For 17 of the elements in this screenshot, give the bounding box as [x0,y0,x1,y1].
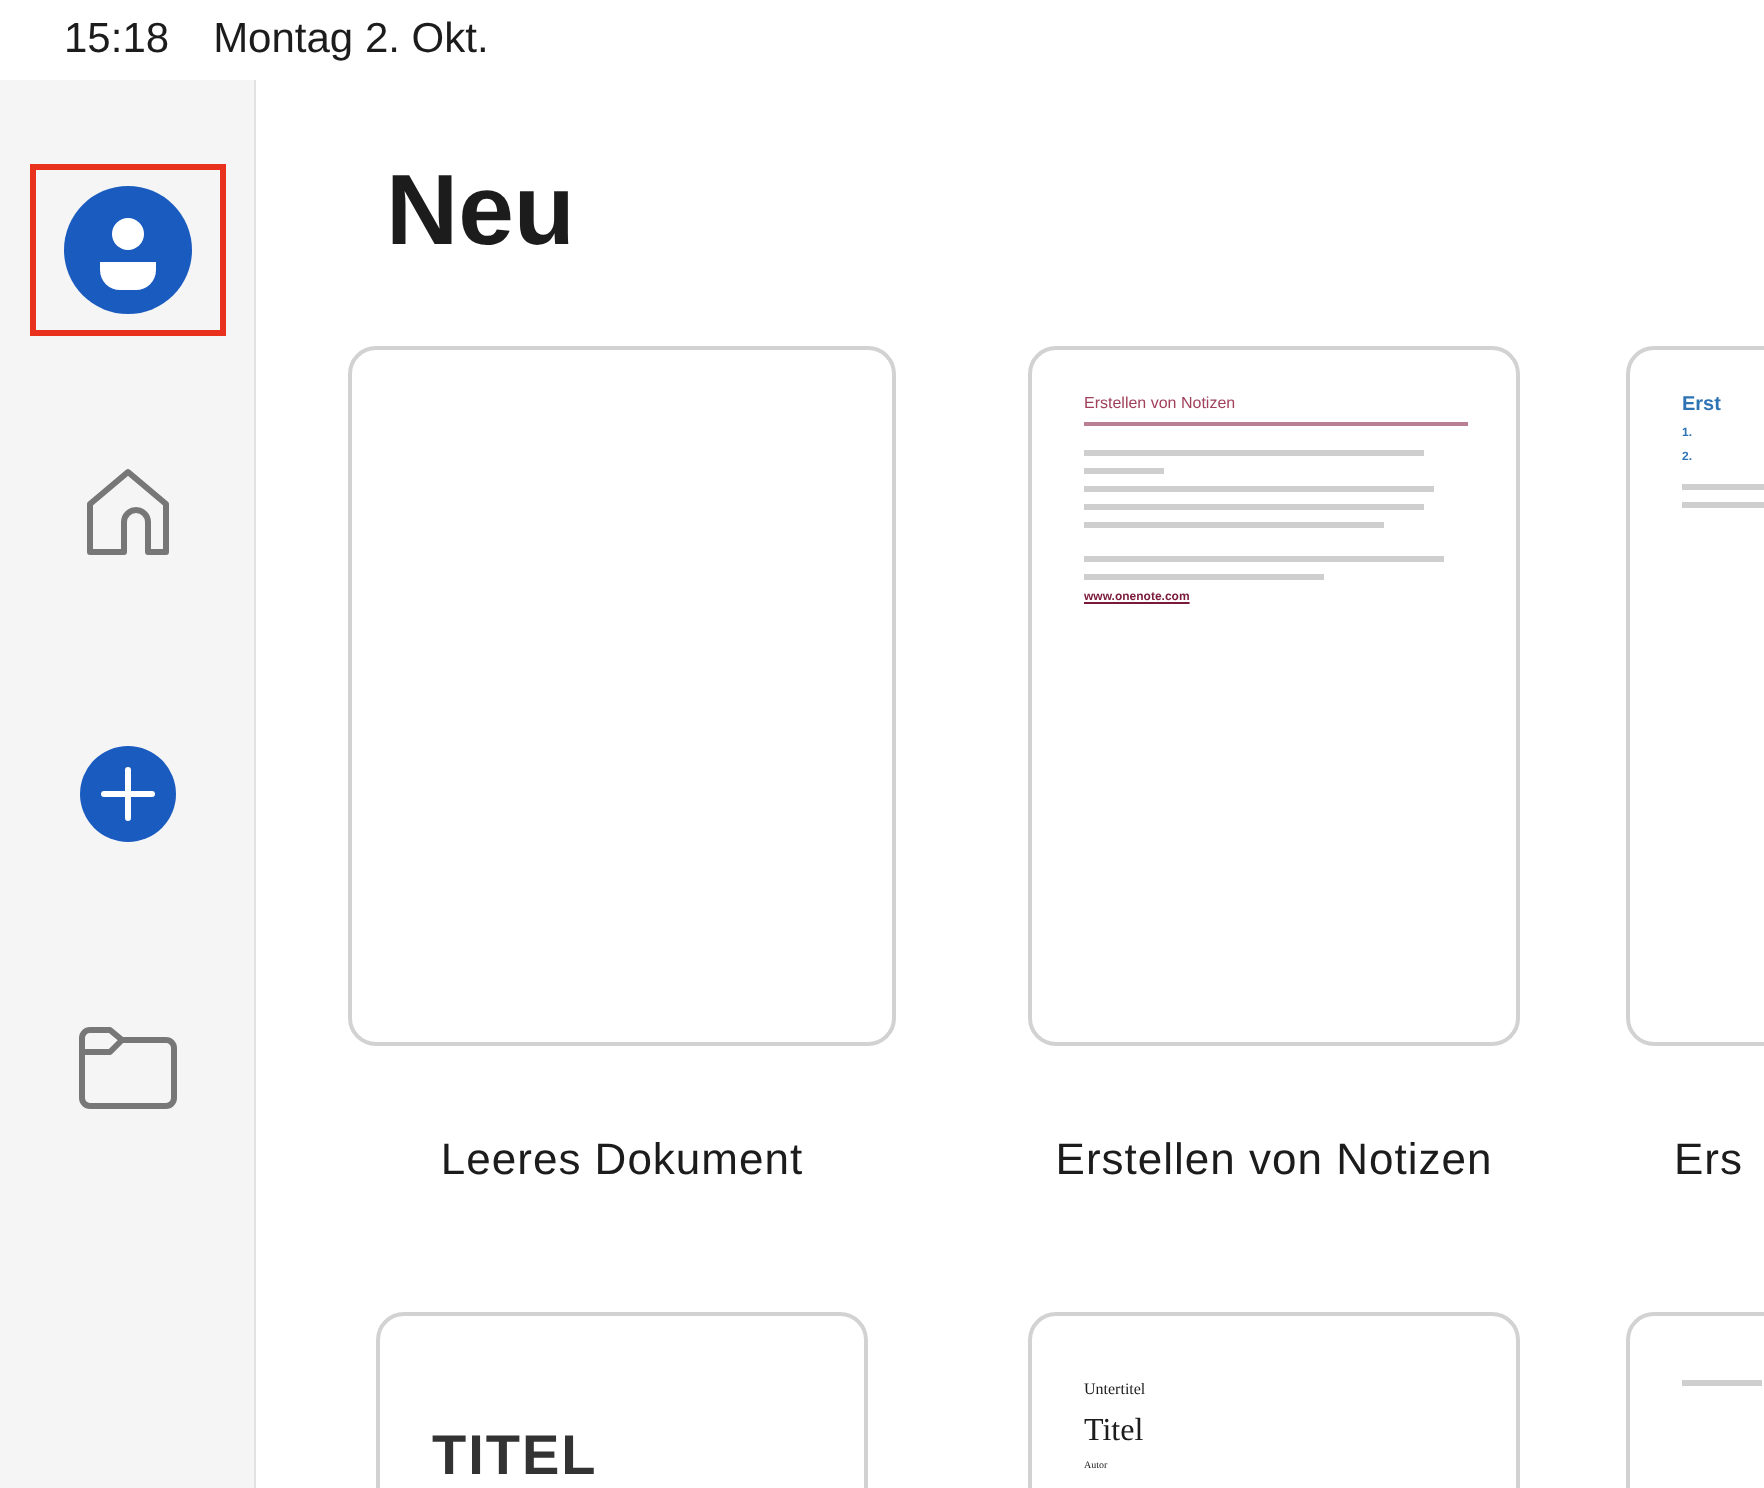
template-card[interactable]: TITEL [376,1312,868,1488]
status-time: 15:18 [64,16,170,64]
home-icon [83,466,171,558]
cover-title: TITEL [432,1424,598,1488]
document-subtitle: Untertitel [1084,1380,1146,1398]
document-title: Titel [1084,1414,1144,1450]
document-title: Erst [1682,394,1721,416]
document-title: Erstellen von Notizen [1084,394,1236,412]
page-heading: Neu [386,160,577,268]
template-label: Erstellen von Notizen [1055,1134,1493,1186]
account-icon [63,186,191,314]
template-label: Ers [1674,1134,1743,1186]
folder-icon [77,1026,177,1110]
status-date: Montag 2. Okt. [213,16,489,64]
template-label: Leeres Dokument [440,1134,804,1186]
account-button[interactable] [29,164,225,336]
add-icon [79,746,175,842]
